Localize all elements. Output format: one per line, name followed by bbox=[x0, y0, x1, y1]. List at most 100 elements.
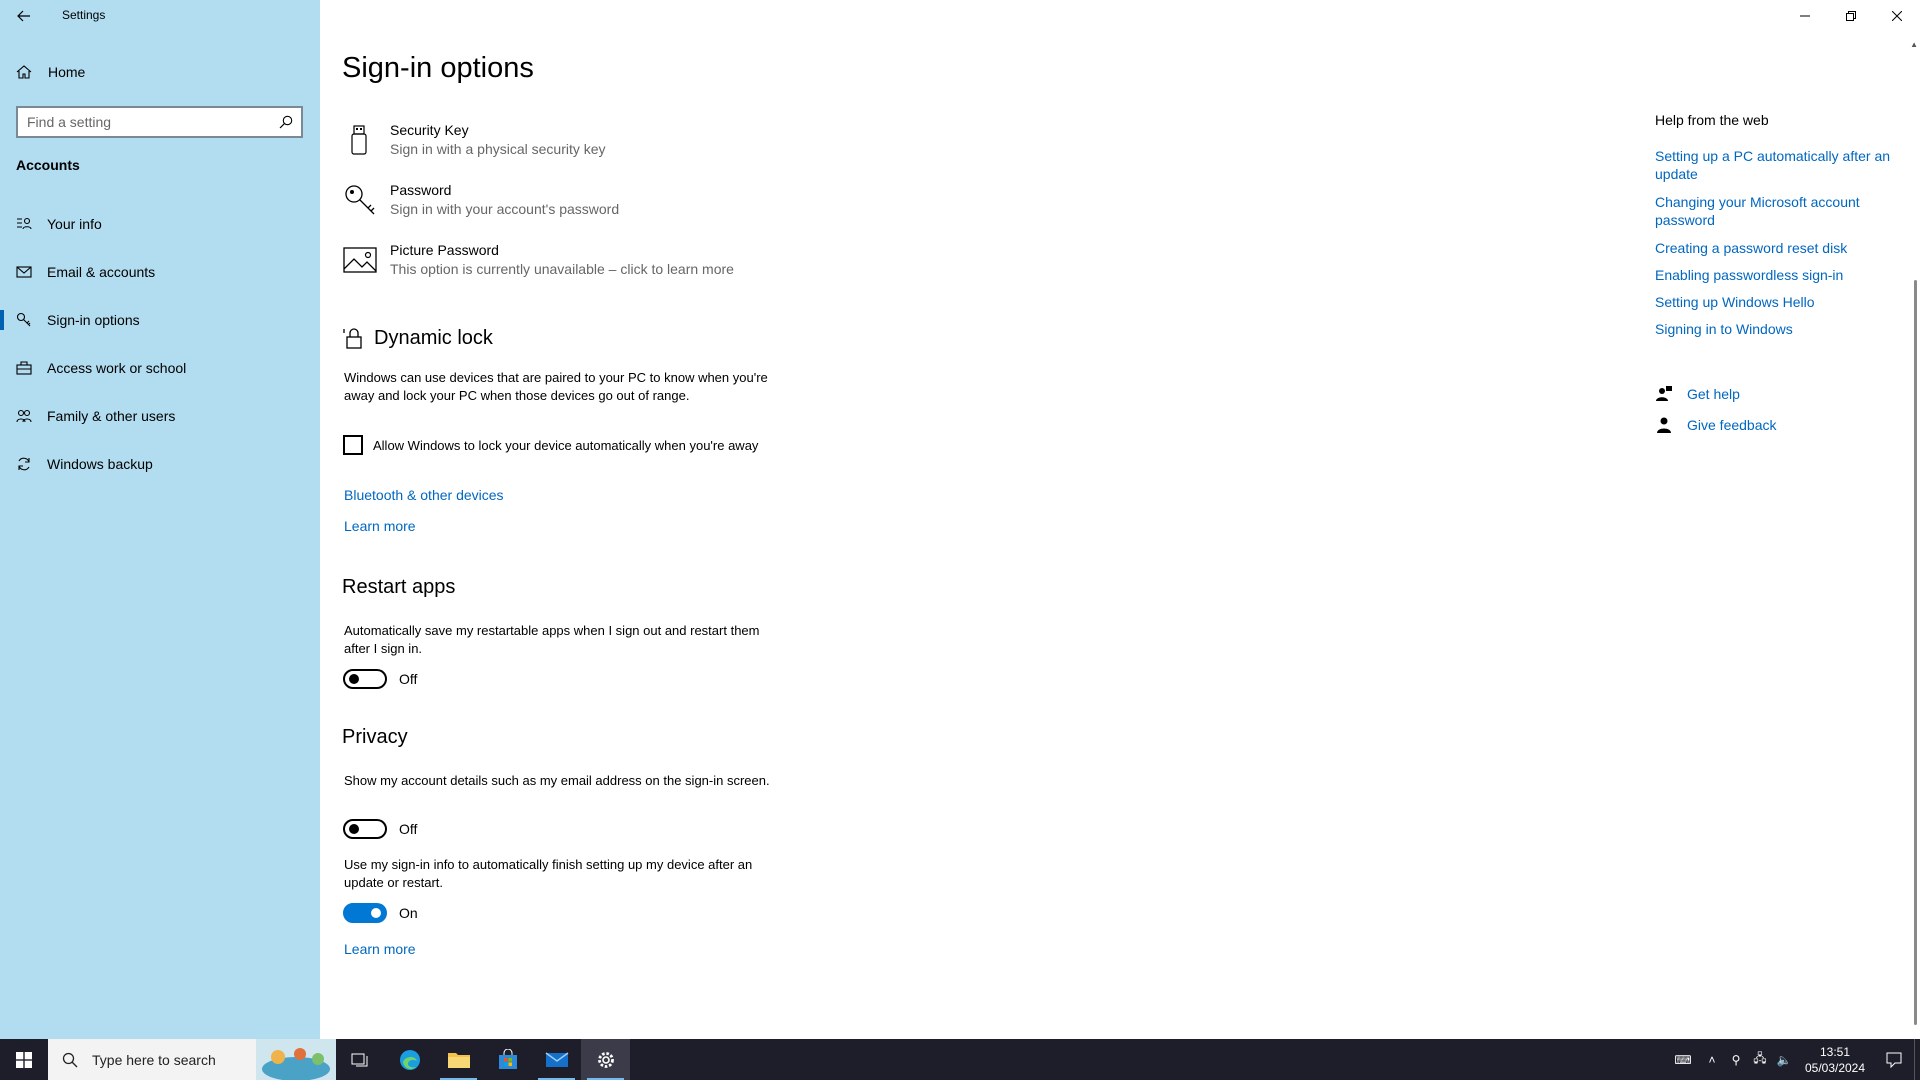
sidebar-item-email-accounts[interactable]: Email & accounts bbox=[0, 252, 320, 292]
window-controls bbox=[1782, 0, 1920, 32]
home-label: Home bbox=[48, 64, 86, 80]
sidebar-item-label: Access work or school bbox=[47, 360, 187, 376]
help-link-setup-pc[interactable]: Setting up a PC automatically after an u… bbox=[1655, 147, 1895, 183]
task-view-button[interactable] bbox=[336, 1039, 385, 1080]
lock-icon bbox=[343, 328, 362, 349]
notification-icon bbox=[1886, 1052, 1902, 1068]
sidebar-item-label: Windows backup bbox=[47, 456, 153, 472]
dynamic-lock-description: Windows can use devices that are paired … bbox=[344, 370, 768, 403]
option-title: Password bbox=[390, 182, 452, 198]
toggle-knob bbox=[349, 824, 359, 834]
toggle-state-label: On bbox=[399, 905, 418, 921]
toggle-knob bbox=[371, 908, 381, 918]
task-view-icon bbox=[351, 1053, 367, 1066]
vertical-scrollbar[interactable] bbox=[1914, 280, 1917, 1025]
sign-in-info-toggle-row[interactable]: On bbox=[343, 903, 418, 923]
search-input[interactable] bbox=[18, 108, 268, 136]
taskbar-mail[interactable] bbox=[532, 1039, 581, 1080]
restore-icon bbox=[1846, 11, 1856, 21]
checkbox-label: Allow Windows to lock your device automa… bbox=[373, 437, 759, 453]
bluetooth-devices-link[interactable]: Bluetooth & other devices bbox=[344, 487, 504, 503]
dynamic-lock-checkbox[interactable] bbox=[343, 435, 363, 455]
page-title: Sign-in options bbox=[342, 52, 534, 84]
get-help-label: Get help bbox=[1687, 386, 1740, 402]
dynamic-lock-checkbox-row[interactable]: Allow Windows to lock your device automa… bbox=[343, 434, 758, 456]
section-heading: Accounts bbox=[16, 157, 80, 173]
network-icon[interactable]: 🖧 bbox=[1748, 1039, 1772, 1080]
sidebar-item-label: Your info bbox=[47, 216, 102, 232]
help-link-reset-disk[interactable]: Creating a password reset disk bbox=[1655, 239, 1895, 257]
restart-apps-toggle-row[interactable]: Off bbox=[343, 669, 417, 689]
volume-icon[interactable]: 🔈 bbox=[1772, 1039, 1796, 1080]
sidebar-item-label: Sign-in options bbox=[47, 312, 140, 328]
gear-icon bbox=[597, 1051, 614, 1068]
picture-icon bbox=[343, 247, 377, 273]
account-details-toggle[interactable] bbox=[343, 819, 387, 839]
picture-password-option[interactable]: Picture Password This option is currentl… bbox=[342, 238, 842, 286]
start-button[interactable] bbox=[0, 1039, 48, 1080]
option-subtitle: This option is currently unavailable – c… bbox=[390, 261, 734, 277]
minimize-button[interactable] bbox=[1782, 0, 1828, 32]
sidebar-item-sign-in-options[interactable]: Sign-in options bbox=[0, 300, 320, 340]
close-button[interactable] bbox=[1874, 0, 1920, 32]
taskbar-file-explorer[interactable] bbox=[434, 1039, 483, 1080]
privacy-sign-in-info-description: Use my sign-in info to automatically fin… bbox=[344, 857, 753, 890]
back-arrow-icon bbox=[17, 10, 30, 22]
sidebar-item-access-work[interactable]: Access work or school bbox=[0, 348, 320, 388]
location-icon[interactable]: ⚲ bbox=[1724, 1039, 1748, 1080]
search-icon[interactable] bbox=[279, 115, 293, 129]
toggle-knob bbox=[349, 674, 359, 684]
mail-icon bbox=[16, 266, 32, 278]
close-icon bbox=[1892, 11, 1902, 21]
privacy-heading: Privacy bbox=[342, 726, 408, 748]
dynamic-lock-title: Dynamic lock bbox=[374, 326, 493, 349]
folder-icon bbox=[447, 1052, 470, 1068]
dynamic-lock-learn-more-link[interactable]: Learn more bbox=[344, 518, 416, 534]
sign-in-info-toggle[interactable] bbox=[343, 903, 387, 923]
scroll-up-arrow-icon[interactable]: ▲ bbox=[1910, 40, 1918, 49]
clock[interactable]: 13:51 05/03/2024 bbox=[1796, 1044, 1874, 1076]
restart-apps-toggle[interactable] bbox=[343, 669, 387, 689]
action-center-icon[interactable] bbox=[1874, 1039, 1914, 1080]
people-icon bbox=[16, 409, 32, 423]
security-key-option[interactable]: Security Key Sign in with a physical sec… bbox=[342, 118, 842, 166]
feedback-person-icon bbox=[1657, 417, 1671, 433]
privacy-learn-more-link[interactable]: Learn more bbox=[344, 941, 416, 957]
restart-apps-description: Automatically save my restartable apps w… bbox=[344, 623, 760, 656]
sidebar-item-family[interactable]: Family & other users bbox=[0, 396, 320, 436]
key-icon bbox=[16, 312, 31, 327]
option-title: Picture Password bbox=[390, 242, 499, 258]
password-option[interactable]: Password Sign in with your account's pas… bbox=[342, 178, 842, 226]
sidebar-item-your-info[interactable]: Your info bbox=[0, 204, 320, 244]
option-subtitle: Sign in with a physical security key bbox=[390, 141, 606, 157]
taskbar-store[interactable] bbox=[483, 1039, 532, 1080]
key-icon bbox=[345, 185, 375, 215]
restore-button[interactable] bbox=[1828, 0, 1874, 32]
home-nav-item[interactable]: Home bbox=[0, 56, 320, 88]
search-box[interactable] bbox=[16, 106, 303, 138]
help-link-windows-hello[interactable]: Setting up Windows Hello bbox=[1655, 293, 1895, 311]
show-desktop-button[interactable] bbox=[1914, 1039, 1920, 1080]
store-bag-icon bbox=[498, 1048, 517, 1069]
back-button[interactable] bbox=[8, 2, 40, 30]
help-heading: Help from the web bbox=[1655, 112, 1769, 128]
chevron-up-icon[interactable]: ˄ bbox=[1700, 1039, 1724, 1080]
account-details-toggle-row[interactable]: Off bbox=[343, 819, 417, 839]
edge-icon bbox=[399, 1049, 420, 1070]
option-title: Security Key bbox=[390, 122, 469, 138]
help-link-passwordless[interactable]: Enabling passwordless sign-in bbox=[1655, 266, 1895, 284]
person-card-icon bbox=[17, 217, 32, 230]
sidebar-item-windows-backup[interactable]: Windows backup bbox=[0, 444, 320, 484]
home-icon bbox=[16, 65, 32, 79]
help-link-change-password[interactable]: Changing your Microsoft account password bbox=[1655, 193, 1895, 229]
taskbar-edge[interactable] bbox=[385, 1039, 434, 1080]
sidebar: Settings Home Accounts Your info Email &… bbox=[0, 0, 320, 1039]
app-title: Settings bbox=[62, 8, 106, 22]
title-bar-left: Settings bbox=[0, 0, 320, 32]
help-chat-icon bbox=[1656, 386, 1672, 401]
mail-envelope-icon bbox=[545, 1051, 568, 1067]
keyboard-input-icon[interactable]: ⌨ bbox=[1666, 1039, 1700, 1080]
taskbar-settings[interactable] bbox=[581, 1039, 630, 1080]
help-link-signing-in[interactable]: Signing in to Windows bbox=[1655, 320, 1895, 338]
taskbar-search-box[interactable]: Type here to search bbox=[48, 1039, 336, 1080]
